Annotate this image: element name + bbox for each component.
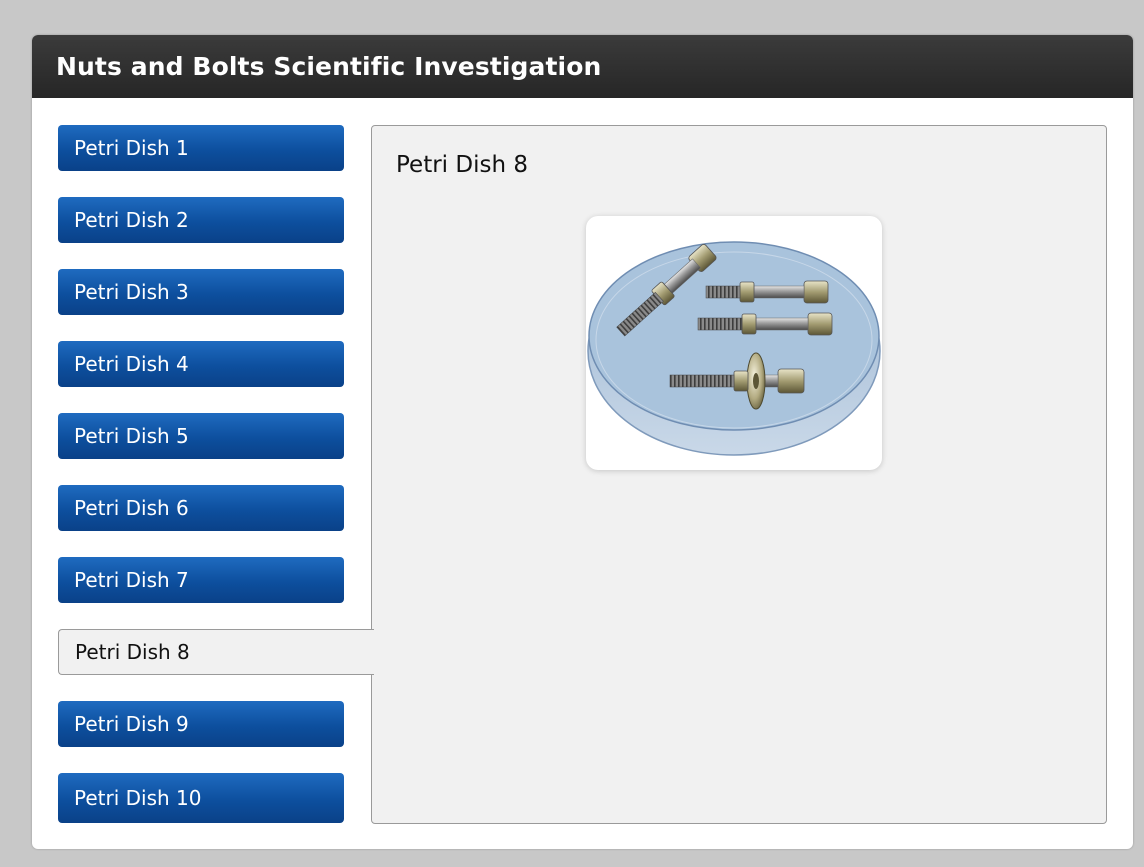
tab-petri-dish-4[interactable]: Petri Dish 4 xyxy=(58,341,344,387)
tab-petri-dish-7[interactable]: Petri Dish 7 xyxy=(58,557,344,603)
tab-petri-dish-6[interactable]: Petri Dish 6 xyxy=(58,485,344,531)
tab-label: Petri Dish 2 xyxy=(74,208,189,232)
tab-label: Petri Dish 6 xyxy=(74,496,189,520)
content-panel: Petri Dish 8 xyxy=(371,125,1107,824)
app-title: Nuts and Bolts Scientific Investigation xyxy=(56,52,602,81)
tab-label: Petri Dish 1 xyxy=(74,136,189,160)
tab-petri-dish-8[interactable]: Petri Dish 8 xyxy=(58,629,374,675)
tab-petri-dish-2[interactable]: Petri Dish 2 xyxy=(58,197,344,243)
tab-petri-dish-9[interactable]: Petri Dish 9 xyxy=(58,701,344,747)
panel-title: Petri Dish 8 xyxy=(396,152,528,178)
tab-petri-dish-10[interactable]: Petri Dish 10 xyxy=(58,773,344,823)
tab-label: Petri Dish 7 xyxy=(74,568,189,592)
tab-petri-dish-3[interactable]: Petri Dish 3 xyxy=(58,269,344,315)
tab-petri-dish-5[interactable]: Petri Dish 5 xyxy=(58,413,344,459)
tab-label: Petri Dish 4 xyxy=(74,352,189,376)
tab-label: Petri Dish 9 xyxy=(74,712,189,736)
tab-label: Petri Dish 10 xyxy=(74,786,202,810)
tab-label: Petri Dish 8 xyxy=(75,640,190,664)
petri-dish-bolts-illustration xyxy=(587,241,881,456)
petri-dish-image xyxy=(586,216,882,470)
app-window: Nuts and Bolts Scientific Investigation … xyxy=(32,35,1133,849)
tab-label: Petri Dish 5 xyxy=(74,424,189,448)
tab-petri-dish-1[interactable]: Petri Dish 1 xyxy=(58,125,344,171)
tab-label: Petri Dish 3 xyxy=(74,280,189,304)
title-bar: Nuts and Bolts Scientific Investigation xyxy=(32,35,1133,98)
